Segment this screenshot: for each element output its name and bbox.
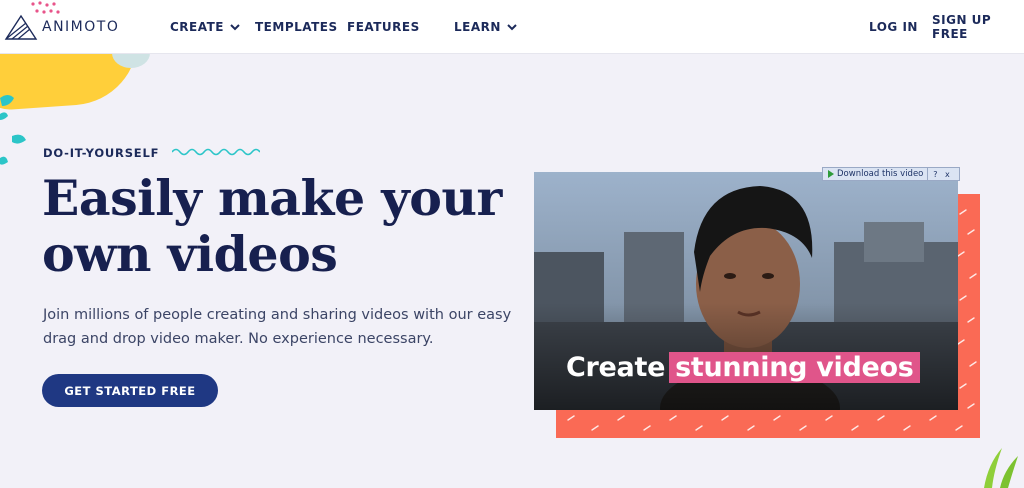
nav-features-label: FEATURES <box>347 20 420 34</box>
chevron-down-icon <box>230 23 240 30</box>
top-navigation: ANIMOTO CREATE TEMPLATES FEATURES LEARN … <box>0 0 1024 54</box>
download-video-label: Download this video <box>837 169 924 179</box>
signup-link[interactable]: SIGN UP FREE <box>932 0 1024 54</box>
hero-headline: Easily make your own videos <box>42 169 502 283</box>
download-video-toolbar: Download this video ? x <box>822 167 960 181</box>
hero-subtext: Join millions of people creating and sha… <box>43 307 512 347</box>
nav-templates[interactable]: TEMPLATES <box>255 0 338 54</box>
nav-features[interactable]: FEATURES <box>347 0 420 54</box>
get-started-button[interactable]: GET STARTED FREE <box>42 374 218 407</box>
teal-brush-decoration <box>0 95 26 165</box>
nav-learn-label: LEARN <box>454 20 501 34</box>
eyebrow-label: DO-IT-YOURSELF <box>43 146 160 160</box>
green-leaf-decoration <box>984 448 1018 488</box>
caption-highlight-text: stunning videos <box>669 352 920 383</box>
nav-create[interactable]: CREATE <box>170 0 240 54</box>
login-link[interactable]: LOG IN <box>869 0 918 54</box>
video-player[interactable]: Create stunning videos <box>534 172 958 410</box>
nav-learn[interactable]: LEARN <box>454 0 517 54</box>
wave-squiggle-decoration <box>172 148 260 156</box>
brand-name: ANIMOTO <box>42 19 120 35</box>
close-icon[interactable]: x <box>942 168 952 180</box>
download-video-button[interactable]: Download this video <box>823 168 929 180</box>
help-icon[interactable]: ? <box>930 168 940 180</box>
confetti-dots-decoration <box>31 1 60 14</box>
signup-label: SIGN UP FREE <box>932 13 992 41</box>
nav-templates-label: TEMPLATES <box>255 20 338 34</box>
caption-plain-text: Create <box>566 352 666 383</box>
chevron-down-icon <box>507 23 517 30</box>
nav-create-label: CREATE <box>170 20 224 34</box>
login-label: LOG IN <box>869 20 918 34</box>
video-caption: Create stunning videos <box>566 352 920 383</box>
play-arrow-icon <box>828 170 834 178</box>
